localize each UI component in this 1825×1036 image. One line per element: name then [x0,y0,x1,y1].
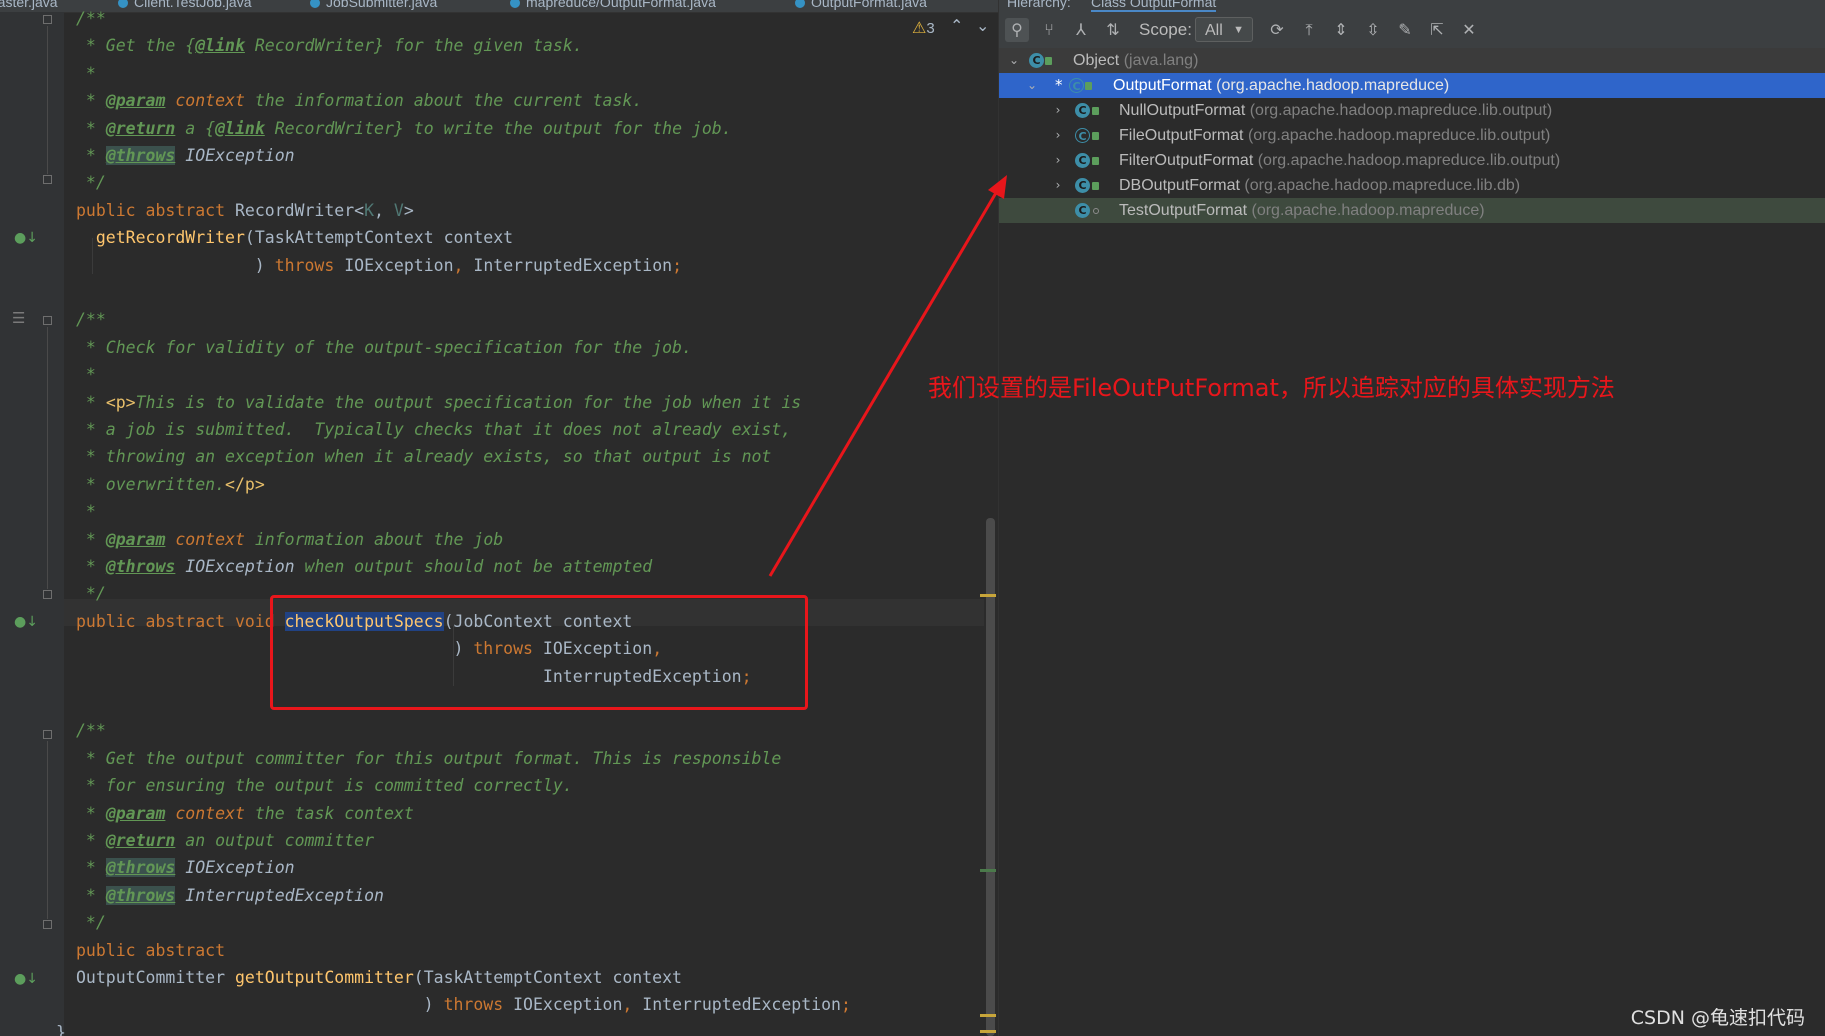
annotation-arrow [768,175,1007,577]
annotation-text: 我们设置的是FileOutPutFormat，所以追踪对应的具体实现方法 [928,374,1615,402]
arrow-head [988,175,1007,199]
watermark: CSDN @龟速扣代码 [1630,1007,1805,1029]
